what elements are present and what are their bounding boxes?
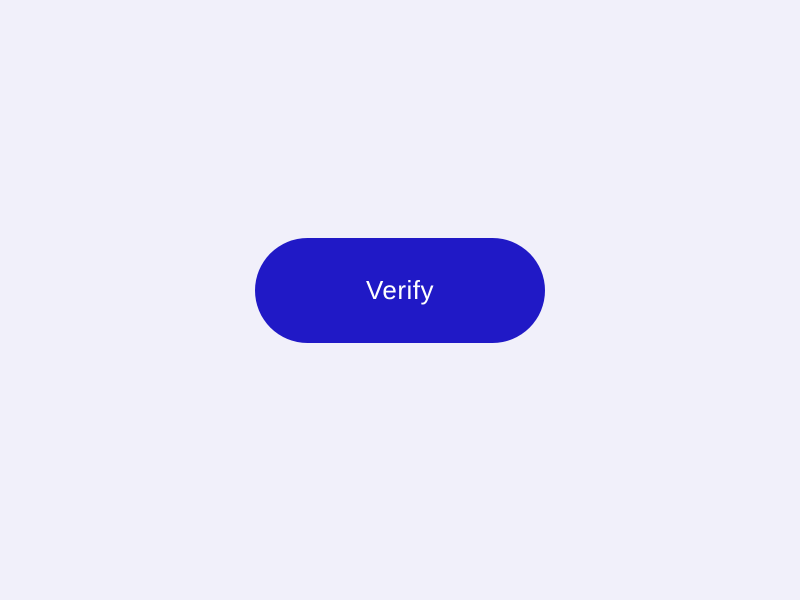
- verify-button-label: Verify: [366, 275, 434, 306]
- verify-button[interactable]: Verify: [255, 238, 545, 343]
